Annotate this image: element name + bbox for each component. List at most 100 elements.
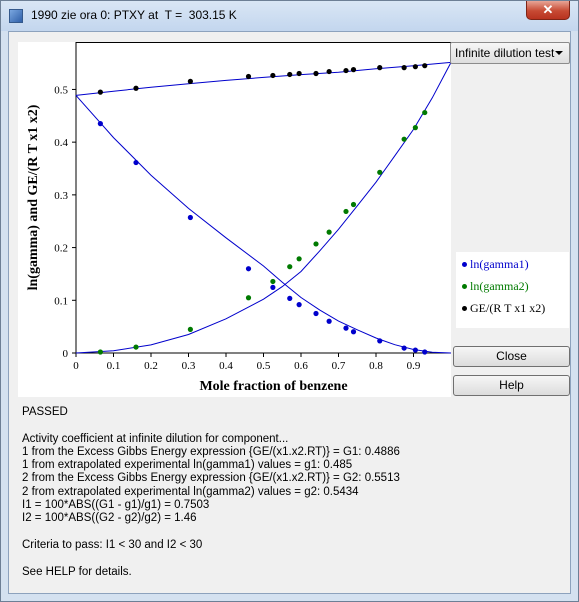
data-point-series-1 [245,266,252,272]
data-point-series-3 [97,89,103,95]
chart-svg: 0 0.1 0.2 0.3 0.4 0.5 0.6 0.7 0.8 0.9 0 0.1 0.2 0.3 0.… [26,42,452,394]
y-tick-label: 0.2 [54,243,68,255]
data-point-series-2 [401,136,407,142]
result-line: See HELP for details. [22,565,132,578]
legend-marker-gamma2 [462,283,467,289]
main-window: 1990 zie ora 0: PTXY at T = 303.15 K ✕ 0… [0,0,579,602]
data-point-series-2 [296,256,302,262]
result-line: I1 = 100*ABS((G1 - g1)/g1) = 0.7503 [22,499,210,512]
data-point-series-1 [287,295,293,301]
data-point-series-3 [377,65,383,71]
result-line [22,552,452,565]
x-tick-label: 0 [73,360,79,372]
x-tick-label: 0.9 [407,360,421,372]
legend-label-ge: GE/(R T x1 x2) [470,301,546,315]
data-point-series-3 [401,65,407,71]
data-point-series-2 [245,295,252,301]
window-title: 1990 zie ora 0: PTXY at T = 303.15 K [31,8,237,22]
data-point-series-2 [270,278,276,285]
data-point-series-3 [343,67,349,74]
data-point-series-2 [187,326,193,332]
x-tick-label: 0.1 [107,360,121,372]
data-point-series-1 [133,159,139,166]
data-point-series-2 [326,229,332,235]
data-point-series-3 [133,85,139,91]
dropdown-value: Infinite dilution test [455,46,555,60]
legend: ln(gamma1) ln(gamma2) GE/(R T x1 x2) [456,252,569,328]
data-point-series-2 [377,169,383,175]
result-line [22,419,452,432]
data-point-series-1 [326,318,332,324]
data-point-series-2 [422,109,428,116]
help-button[interactable]: Help [453,375,570,396]
fit-curve-series-2 [75,62,452,354]
chevron-down-icon [555,51,563,55]
result-line: PASSED [22,406,68,418]
legend-marker-gamma1 [462,261,467,267]
window-close-button[interactable]: ✕ [526,1,570,20]
data-point-series-3 [412,64,418,70]
data-point-series-1 [97,121,103,127]
data-point-series-2 [97,349,103,355]
data-point-series-1 [377,338,383,344]
x-axis-label: Mole fraction of benzene [199,379,347,394]
data-point-series-2 [133,344,139,350]
fit-curve-series-1 [75,95,452,354]
data-point-series-1 [313,310,319,317]
data-point-series-3 [270,72,276,79]
results-text: PASSED Activity coefficient at infinite … [22,406,452,579]
data-point-series-1 [350,329,357,335]
legend-label-gamma1: ln(gamma1) [470,257,529,271]
result-line: 2 from the Excess Gibbs Energy expressio… [22,472,400,485]
data-point-series-1 [422,349,428,355]
data-point-series-3 [350,67,357,73]
result-line: 1 from extrapolated experimental ln(gamm… [22,459,353,472]
legend-item-ge: GE/(R T x1 x2) [462,300,545,316]
test-type-dropdown[interactable]: Infinite dilution test [450,42,570,64]
data-point-series-1 [270,284,276,290]
client-area: 0 0.1 0.2 0.3 0.4 0.5 0.6 0.7 0.8 0.9 0 0.1 0.2 0.3 0.… [8,31,571,594]
legend-label-gamma2: ln(gamma2) [470,279,529,293]
result-line: Criteria to pass: I1 < 30 and I2 < 30 [22,538,203,551]
y-tick-label: 0.5 [54,84,68,96]
data-point-series-1 [187,214,193,221]
data-point-series-3 [313,70,319,77]
data-point-series-1 [401,345,407,351]
data-point-series-2 [343,208,349,215]
y-tick-label: 0 [63,348,69,360]
y-tick-label: 0.3 [54,190,68,202]
data-point-series-2 [313,241,319,247]
legend-item-gamma2: ln(gamma2) [462,278,529,294]
data-point-series-2 [350,201,357,208]
result-line [22,526,452,539]
result-line: Activity coefficient at infinite dilutio… [22,432,289,445]
y-tick-label: 0.4 [54,137,68,149]
data-point-series-3 [245,73,252,80]
y-axis-label: ln(gamma) and GE/(R T x1 x2) [26,104,41,290]
data-point-series-2 [412,125,418,131]
legend-marker-ge [462,305,467,311]
app-icon [9,9,23,23]
y-tick-label: 0.1 [54,295,68,307]
data-point-series-1 [343,325,349,331]
data-point-series-1 [296,302,302,308]
x-tick-label: 0.6 [294,360,308,372]
x-tick-label: 0.5 [257,360,271,372]
result-line: I2 = 100*ABS((G2 - g2)/g2) = 1.46 [22,512,197,525]
fit-curve-series-3 [75,61,452,96]
title-bar[interactable]: 1990 zie ora 0: PTXY at T = 303.15 K ✕ [1,1,578,31]
data-point-series-3 [187,78,193,84]
data-point-series-1 [412,347,418,353]
data-point-series-3 [296,70,302,77]
data-point-series-2 [287,264,293,270]
x-tick-label: 0.2 [144,360,158,372]
legend-item-gamma1: ln(gamma1) [462,256,529,272]
data-point-series-3 [287,71,293,78]
result-line: 1 from the Excess Gibbs Energy expressio… [22,445,400,458]
x-tick-label: 0.8 [369,360,383,372]
data-point-series-3 [422,63,428,69]
result-line: 2 from extrapolated experimental ln(gamm… [22,485,359,498]
data-point-series-3 [326,68,332,75]
close-button[interactable]: Close [453,346,570,367]
chart-panel: 0 0.1 0.2 0.3 0.4 0.5 0.6 0.7 0.8 0.9 0 0.1 0.2 0.3 0.… [18,42,452,397]
